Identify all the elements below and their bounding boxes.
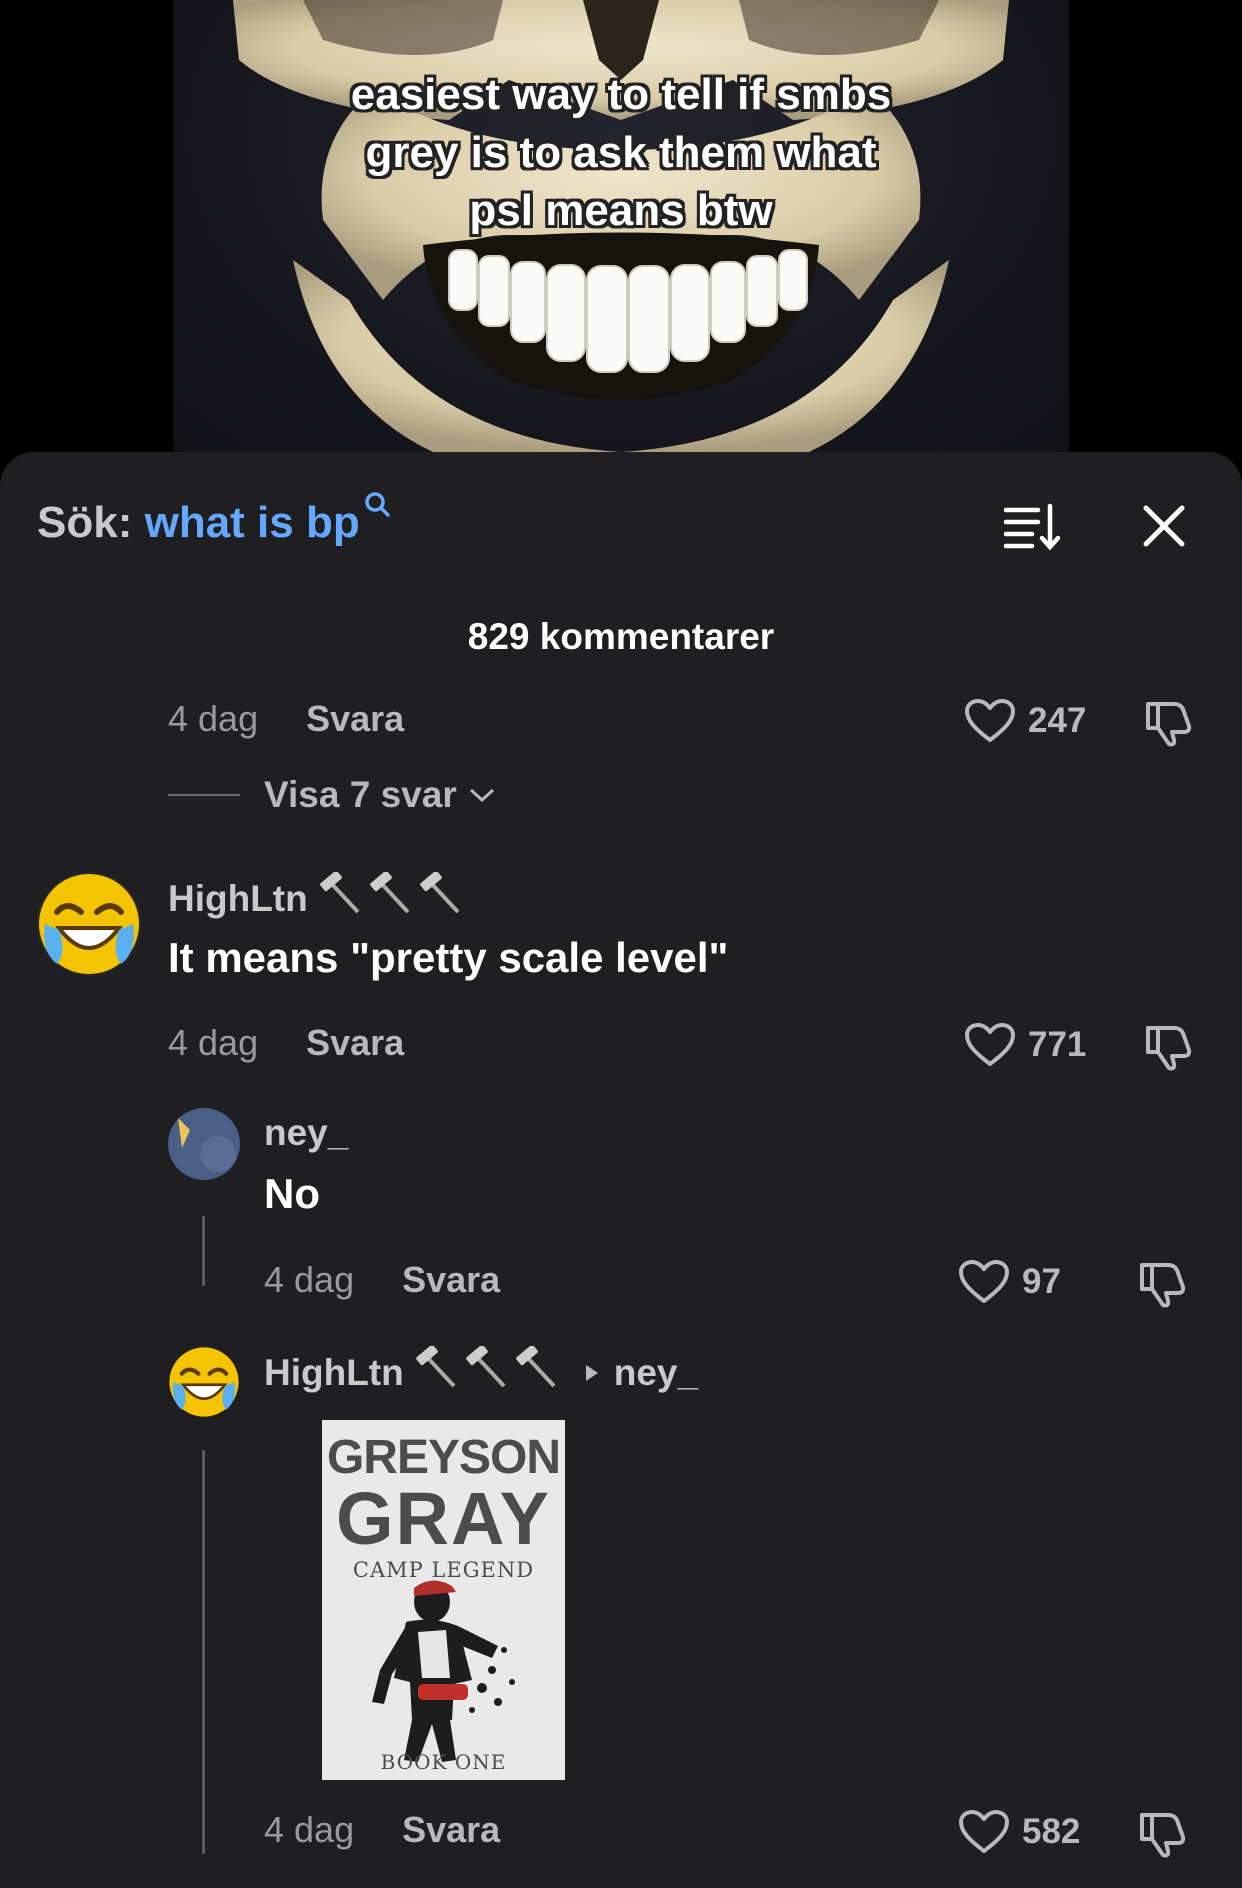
- dislike-icon[interactable]: [1136, 1807, 1188, 1859]
- avatar[interactable]: [37, 872, 141, 976]
- like-count: 771: [1028, 1025, 1087, 1064]
- reply-button[interactable]: Svara: [306, 698, 404, 739]
- view-replies-label: Visa 7 svar: [264, 774, 457, 815]
- username: HighLtn: [168, 877, 308, 919]
- reply-button[interactable]: Svara: [306, 1022, 404, 1063]
- reply-button[interactable]: Svara: [402, 1259, 500, 1300]
- comment-meta: 4 dag Svara: [264, 1809, 500, 1851]
- comment-author[interactable]: HighLtn ney_: [264, 1344, 698, 1399]
- search-icon: [364, 492, 390, 528]
- comment-text: No: [264, 1170, 320, 1217]
- hammer-icon: [368, 870, 412, 925]
- comment-time: 4 dag: [264, 1259, 355, 1300]
- hammer-icon: [414, 1344, 458, 1399]
- username: ney_: [264, 1112, 349, 1153]
- search-prefix: Sök:: [37, 498, 133, 547]
- hammer-icons: [318, 870, 468, 925]
- hammer-icon: [514, 1344, 558, 1399]
- like-button[interactable]: 97: [958, 1259, 1061, 1305]
- caret-right-icon: [585, 1364, 598, 1381]
- comment-time: 4 dag: [264, 1809, 355, 1850]
- like-button[interactable]: 582: [958, 1809, 1080, 1855]
- thread-line: [202, 1450, 205, 1854]
- comments-sheet: Sök: what is bp 829 kommentarer 4 dag Sva…: [0, 452, 1242, 1888]
- caption-line: psl means btw: [469, 186, 773, 235]
- comment-time: 4 dag: [168, 698, 259, 739]
- search-suggestion[interactable]: Sök: what is bp: [37, 492, 390, 548]
- heart-icon: [959, 1260, 1009, 1303]
- like-count: 97: [1022, 1262, 1061, 1301]
- comment-meta: 4 dag Svara: [168, 1022, 404, 1064]
- caption-line: easiest way to tell if smbs: [350, 70, 892, 119]
- dislike-icon[interactable]: [1142, 1020, 1194, 1072]
- divider: [168, 794, 240, 796]
- video-player[interactable]: easiest way to tell if smbs grey is to a…: [0, 0, 1242, 470]
- avatar[interactable]: [168, 1108, 240, 1180]
- username: HighLtn: [264, 1351, 404, 1393]
- comment-meta: 4 dag Svara: [168, 698, 404, 740]
- hammer-icon: [418, 870, 462, 925]
- hammer-icon: [464, 1344, 508, 1399]
- like-count: 582: [1022, 1812, 1081, 1851]
- dislike-icon[interactable]: [1142, 696, 1194, 748]
- comment-time: 4 dag: [168, 1022, 259, 1063]
- caption-line: grey is to ask them what: [365, 128, 877, 177]
- comment-meta: 4 dag Svara: [264, 1259, 500, 1301]
- hammer-icons: [414, 1344, 564, 1399]
- search-term-link[interactable]: what is bp: [145, 498, 360, 547]
- comment-author[interactable]: HighLtn: [168, 870, 468, 925]
- hammer-icon: [318, 870, 362, 925]
- heart-icon: [959, 1810, 1009, 1853]
- like-button[interactable]: 771: [964, 1022, 1086, 1068]
- like-button[interactable]: 247: [964, 698, 1086, 744]
- video-caption: easiest way to tell if smbs grey is to a…: [173, 66, 1069, 240]
- reply-to[interactable]: ney_: [582, 1352, 698, 1394]
- heart-icon: [965, 699, 1015, 742]
- book-footer: BOOK ONE: [380, 1750, 507, 1774]
- book-cover-figure: [372, 1580, 515, 1762]
- close-icon[interactable]: [1138, 500, 1190, 552]
- view-replies-button[interactable]: Visa 7 svar: [168, 774, 497, 816]
- heart-icon: [965, 1023, 1015, 1066]
- comment-count: 829 kommentarer: [467, 616, 775, 657]
- like-count: 247: [1028, 701, 1087, 740]
- comment-author[interactable]: ney_: [264, 1112, 348, 1154]
- comment-image[interactable]: GREYSON GRAY CAMP LEGEND BOOK ONE: [322, 1420, 565, 1780]
- reply-to-username: ney_: [613, 1351, 699, 1393]
- chevron-down-icon: [469, 788, 494, 803]
- comment-text: It means "pretty scale level": [168, 934, 729, 981]
- sort-icon[interactable]: [1002, 502, 1062, 552]
- thread-line: [202, 1216, 205, 1286]
- avatar[interactable]: [168, 1346, 240, 1418]
- video-frame: easiest way to tell if smbs grey is to a…: [173, 0, 1069, 452]
- reply-button[interactable]: Svara: [402, 1809, 500, 1850]
- dislike-icon[interactable]: [1136, 1257, 1188, 1309]
